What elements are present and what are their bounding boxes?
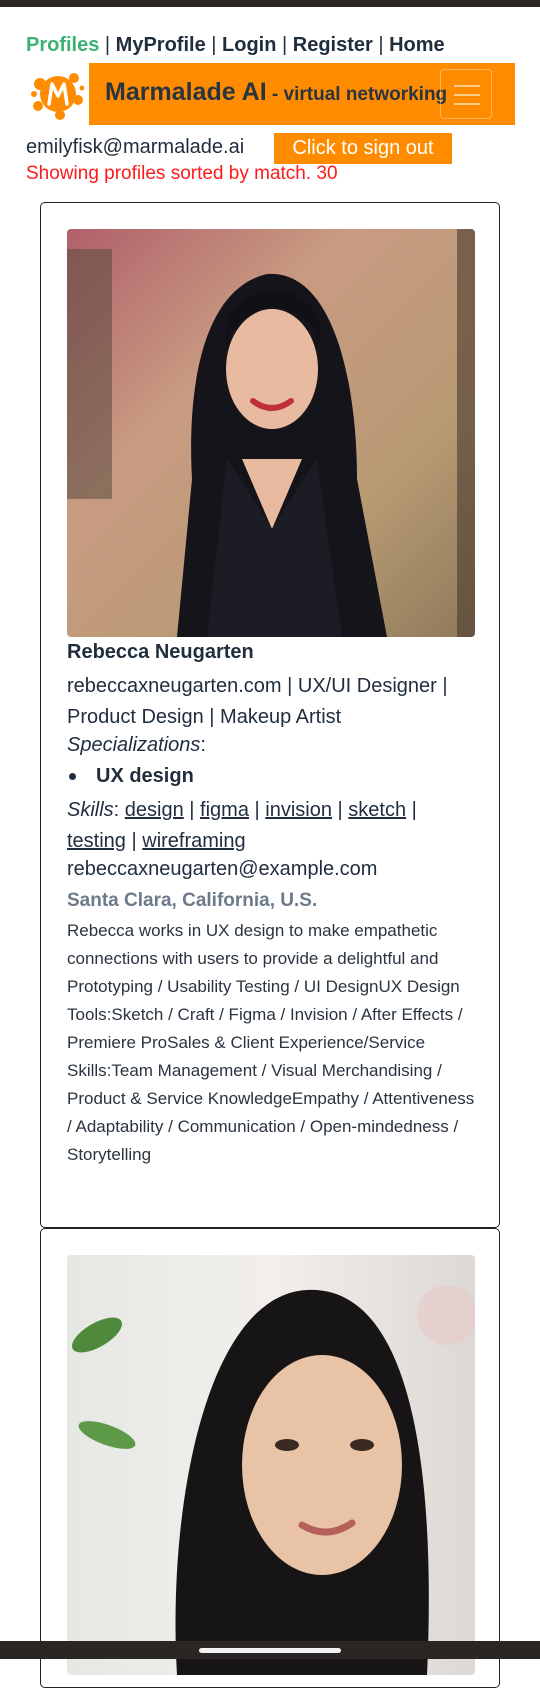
sign-out-button[interactable]: Click to sign out — [274, 133, 452, 164]
hamburger-menu-icon[interactable] — [440, 69, 492, 119]
nav-separator: | — [99, 34, 116, 56]
sort-status-message: Showing profiles sorted by match. 30 — [26, 163, 338, 184]
brand-name: Marmalade AI — [105, 78, 267, 106]
specializations-heading: Specializations: — [67, 734, 206, 756]
profile-email: rebeccaxneugarten@example.com — [67, 858, 378, 880]
nav-register-link[interactable]: Register — [293, 34, 373, 56]
profile-photo — [67, 229, 475, 637]
marmalade-splash-logo[interactable] — [30, 66, 84, 122]
skill-link-design[interactable]: design — [125, 799, 184, 821]
nav-myprofile-link[interactable]: MyProfile — [116, 34, 206, 56]
specialization-item: UX design — [69, 765, 194, 788]
skills-label: Skills — [67, 799, 114, 821]
nav-home-link[interactable]: Home — [389, 34, 445, 56]
home-gesture-handle[interactable] — [199, 1648, 341, 1653]
nav-separator: | — [276, 34, 293, 56]
skill-link-invision[interactable]: invision — [265, 799, 332, 821]
profile-card — [40, 1228, 500, 1688]
skill-link-figma[interactable]: figma — [200, 799, 249, 821]
nav-profiles-link[interactable]: Profiles — [26, 34, 99, 56]
status-bar — [0, 0, 540, 7]
nav-separator: | — [372, 34, 390, 56]
skill-link-wireframing[interactable]: wireframing — [142, 830, 245, 852]
specialization-label: UX design — [96, 765, 194, 787]
brand-tagline: - virtual networking — [266, 84, 448, 105]
nav-login-link[interactable]: Login — [222, 34, 276, 56]
profile-name: Rebecca Neugarten — [67, 641, 254, 663]
skill-link-testing[interactable]: testing — [67, 830, 126, 852]
profile-headline: rebeccaxneugarten.com | UX/UI Designer |… — [67, 675, 448, 728]
specializations-label: Specializations — [67, 734, 201, 756]
profile-photo — [67, 1255, 475, 1675]
signed-in-email: emilyfisk@marmalade.ai — [26, 136, 245, 158]
bullet-icon — [69, 773, 76, 781]
profile-card: Rebecca Neugarten rebeccaxneugarten.com … — [40, 202, 500, 1228]
skill-link-sketch[interactable]: sketch — [348, 799, 406, 821]
nav-separator: | — [205, 34, 223, 56]
brand-title: Marmalade AI - virtual networking — [105, 78, 447, 107]
profile-location: Santa Clara, California, U.S. — [67, 890, 318, 911]
top-nav: Profiles | MyProfile | Login | Register … — [26, 34, 445, 57]
skills-list: Skills: design | figma | invision | sket… — [67, 799, 417, 852]
profile-bio: Rebecca works in UX design to make empat… — [67, 921, 475, 1164]
